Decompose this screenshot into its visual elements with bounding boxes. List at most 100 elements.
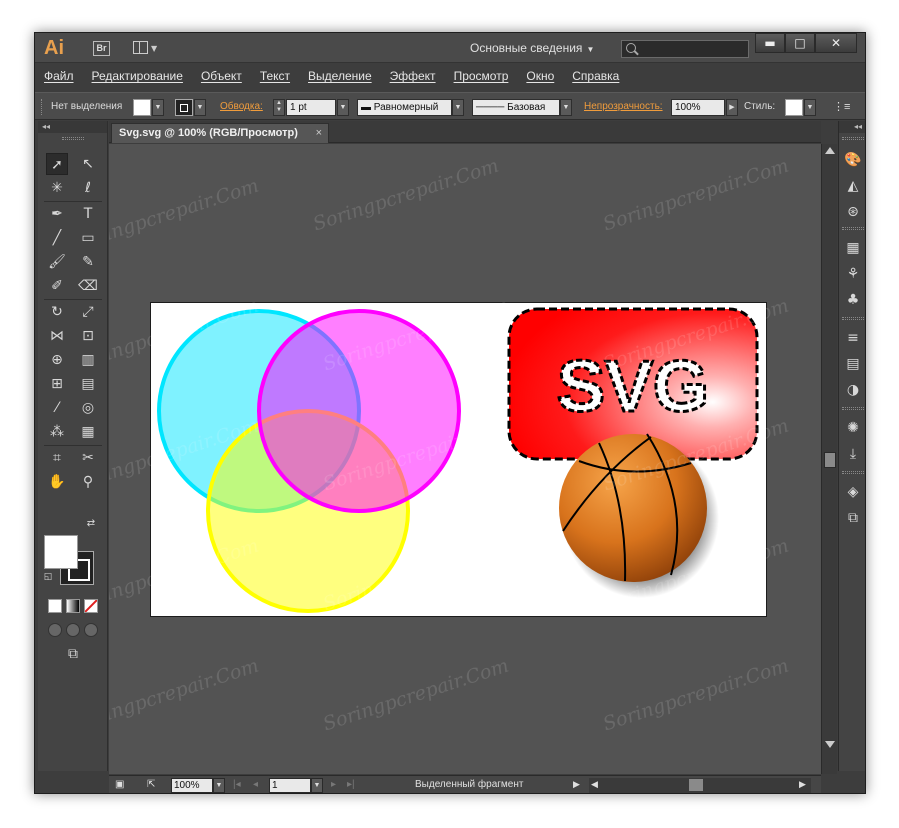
- menu-file[interactable]: Файл: [44, 64, 74, 88]
- color-mode-icon[interactable]: [48, 599, 62, 613]
- expand-panels-button[interactable]: ◂◂: [839, 121, 865, 133]
- panel-grip[interactable]: [842, 137, 864, 140]
- pencil-tool-icon[interactable]: ✎: [77, 251, 99, 273]
- artboard-tool-icon[interactable]: ⌗: [46, 447, 68, 469]
- menu-help[interactable]: Справка: [572, 64, 619, 88]
- artboard-dropdown[interactable]: ▼: [311, 778, 323, 793]
- menu-view[interactable]: Просмотр: [454, 64, 509, 88]
- eyedropper-tool-icon[interactable]: ⁄: [46, 397, 68, 419]
- previous-artboard-icon[interactable]: ◂: [253, 779, 258, 790]
- scroll-right-icon[interactable]: ▶: [799, 779, 806, 790]
- panel-menu-icon[interactable]: ⋮≡: [833, 100, 850, 113]
- gradient-panel-icon[interactable]: ▤: [844, 355, 862, 373]
- menu-type[interactable]: Текст: [260, 64, 290, 88]
- shape-builder-tool-icon[interactable]: ⊕: [46, 349, 68, 371]
- draw-normal-icon[interactable]: [48, 623, 62, 637]
- panel-grip[interactable]: [842, 407, 864, 410]
- panel-grip[interactable]: [842, 471, 864, 474]
- symbol-sprayer-tool-icon[interactable]: ⁂: [46, 421, 68, 443]
- lasso-tool-icon[interactable]: ℓ: [77, 177, 99, 199]
- appearance-panel-icon[interactable]: ⊛: [844, 203, 862, 221]
- first-artboard-icon[interactable]: |◂: [233, 779, 241, 790]
- fill-swatch[interactable]: [133, 99, 151, 116]
- graphic-styles-icon[interactable]: ✺: [844, 419, 862, 437]
- variable-width-profile[interactable]: ▬ Равномерный: [357, 99, 452, 116]
- stroke-panel-icon[interactable]: ≡: [844, 329, 862, 347]
- gradient-tool-icon[interactable]: ▤: [77, 373, 99, 395]
- vertical-scrollbar[interactable]: [821, 144, 837, 774]
- stroke-swatch[interactable]: [175, 99, 193, 116]
- export-panel-icon[interactable]: ⤓: [844, 445, 862, 463]
- slice-tool-icon[interactable]: ✂: [77, 447, 99, 469]
- menu-window[interactable]: Окно: [526, 64, 554, 88]
- swatches-panel-icon[interactable]: ▦: [844, 239, 862, 257]
- width-tool-icon[interactable]: ⋈: [46, 325, 68, 347]
- draw-inside-icon[interactable]: [84, 623, 98, 637]
- graphic-style-dropdown[interactable]: ▼: [804, 99, 816, 116]
- layers-panel-icon[interactable]: ◈: [844, 483, 862, 501]
- stroke-panel-link[interactable]: Обводка:: [220, 93, 263, 121]
- minimize-button[interactable]: ▬: [755, 33, 785, 53]
- last-artboard-icon[interactable]: ▸|: [347, 779, 355, 790]
- rotate-tool-icon[interactable]: ↻: [46, 301, 68, 323]
- selection-tool-icon[interactable]: ➚: [46, 153, 68, 175]
- blend-tool-icon[interactable]: ◎: [77, 397, 99, 419]
- draw-behind-icon[interactable]: [66, 623, 80, 637]
- fill-dropdown[interactable]: ▼: [152, 99, 164, 116]
- panel-grip[interactable]: [62, 137, 84, 140]
- menu-effect[interactable]: Эффект: [390, 64, 436, 88]
- stroke-dropdown[interactable]: ▼: [194, 99, 206, 116]
- collapse-tools-button[interactable]: ◂◂: [38, 121, 107, 133]
- panel-grip[interactable]: [41, 99, 44, 115]
- scroll-left-icon[interactable]: ◀: [591, 779, 598, 790]
- scroll-thumb[interactable]: [689, 779, 703, 791]
- brush-definition[interactable]: ──── Базовая: [472, 99, 560, 116]
- color-guide-icon[interactable]: ◭: [844, 177, 862, 195]
- column-graph-tool-icon[interactable]: ▦: [77, 421, 99, 443]
- scroll-down-icon[interactable]: [825, 741, 835, 748]
- fill-color-box[interactable]: [44, 535, 78, 569]
- arrange-documents-button[interactable]: ▼: [133, 40, 161, 57]
- menu-edit[interactable]: Редактирование: [92, 64, 183, 88]
- share-icon[interactable]: ⇱: [147, 779, 155, 790]
- scroll-thumb[interactable]: [824, 452, 836, 468]
- rectangle-tool-icon[interactable]: ▭: [77, 227, 99, 249]
- stroke-weight-field[interactable]: 1 pt: [286, 99, 336, 116]
- brushes-panel-icon[interactable]: ⚘: [844, 265, 862, 283]
- scroll-up-icon[interactable]: [825, 147, 835, 154]
- status-menu-icon[interactable]: ▶: [573, 779, 580, 790]
- pen-tool-icon[interactable]: ✒: [46, 203, 68, 225]
- menu-object[interactable]: Объект: [201, 64, 242, 88]
- canvas-area[interactable]: SVG Soringpcrepair.Com Soringpcrepair.Co…: [109, 144, 821, 774]
- artboard[interactable]: SVG: [150, 302, 767, 617]
- workspace-switcher[interactable]: Основные сведения ▼: [470, 41, 594, 55]
- scale-tool-icon[interactable]: ⤢: [77, 301, 99, 323]
- stroke-weight-stepper[interactable]: ▲ ▼: [273, 99, 285, 116]
- zoom-tool-icon[interactable]: ⚲: [77, 471, 99, 493]
- hand-tool-icon[interactable]: ✋: [46, 471, 68, 493]
- screen-mode-icon[interactable]: ⧉: [62, 643, 84, 665]
- next-artboard-icon[interactable]: ▸: [331, 779, 336, 790]
- help-search-input[interactable]: [621, 40, 749, 58]
- line-tool-icon[interactable]: ╱: [46, 227, 68, 249]
- close-tab-icon[interactable]: ×: [316, 124, 322, 142]
- opacity-panel-link[interactable]: Непрозрачность:: [584, 93, 663, 121]
- graphic-style-swatch[interactable]: [785, 99, 803, 116]
- blob-brush-tool-icon[interactable]: ✐: [46, 275, 68, 297]
- artboard-field[interactable]: 1: [269, 778, 311, 793]
- mesh-tool-icon[interactable]: ⊞: [46, 373, 68, 395]
- direct-selection-tool-icon[interactable]: ↖: [77, 153, 99, 175]
- opacity-slider-button[interactable]: ▶: [726, 99, 738, 116]
- profile-dropdown[interactable]: ▼: [452, 99, 464, 116]
- brush-dropdown[interactable]: ▼: [560, 99, 572, 116]
- color-panel-icon[interactable]: 🎨: [844, 151, 862, 169]
- default-colors-icon[interactable]: ◱: [42, 571, 54, 583]
- eraser-tool-icon[interactable]: ⌫: [77, 275, 99, 297]
- zoom-field[interactable]: 100%: [171, 778, 213, 793]
- opacity-field[interactable]: 100%: [671, 99, 725, 116]
- perspective-grid-tool-icon[interactable]: ▥: [77, 349, 99, 371]
- panel-grip[interactable]: [842, 317, 864, 320]
- type-tool-icon[interactable]: T: [77, 203, 99, 225]
- none-mode-icon[interactable]: [84, 599, 98, 613]
- horizontal-scrollbar[interactable]: ◀ ▶: [589, 778, 811, 793]
